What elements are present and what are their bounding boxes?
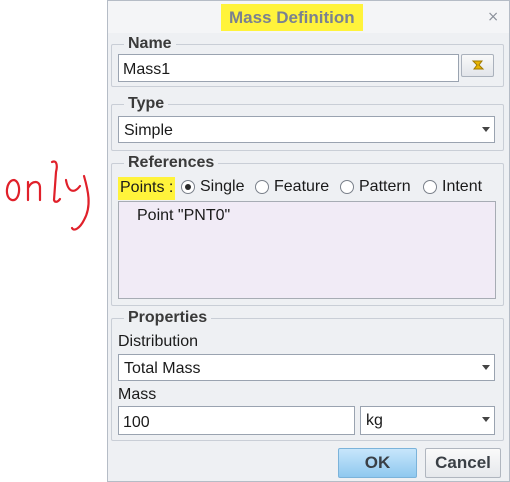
radio-pattern-label: Pattern xyxy=(359,178,411,195)
radio-single-label: Single xyxy=(200,178,245,195)
radio-feature[interactable]: Feature xyxy=(255,177,329,197)
type-legend: Type xyxy=(128,95,165,112)
type-dropdown[interactable]: Simple xyxy=(118,116,495,143)
auto-name-button[interactable] xyxy=(461,54,494,77)
references-list[interactable]: Point "PNT0" xyxy=(118,201,496,299)
radio-feature-label: Feature xyxy=(274,178,330,195)
radio-intent-button[interactable] xyxy=(423,180,437,194)
distribution-selected: Total Mass xyxy=(124,360,201,377)
handwritten-annotation xyxy=(0,150,110,250)
unit-selected: kg xyxy=(366,412,383,429)
chevron-down-icon xyxy=(482,365,490,370)
close-icon[interactable]: × xyxy=(487,9,499,25)
type-selected: Simple xyxy=(124,122,173,139)
refresh-icon xyxy=(471,60,485,70)
mass-label: Mass xyxy=(118,386,157,403)
mass-input[interactable] xyxy=(118,406,355,435)
dialog-titlebar: Mass Definition × xyxy=(108,1,509,33)
mass-definition-dialog: Mass Definition × Name Type Simple Refer… xyxy=(107,0,510,482)
radio-pattern-button[interactable] xyxy=(340,180,354,194)
list-item[interactable]: Point "PNT0" xyxy=(137,207,230,225)
points-label: Points : xyxy=(118,177,176,200)
radio-pattern[interactable]: Pattern xyxy=(340,177,411,197)
radio-single[interactable]: Single xyxy=(181,177,244,197)
references-legend: References xyxy=(128,154,215,171)
distribution-dropdown[interactable]: Total Mass xyxy=(118,354,495,381)
cancel-button[interactable]: Cancel xyxy=(425,448,501,478)
radio-feature-button[interactable] xyxy=(255,180,269,194)
distribution-label: Distribution xyxy=(118,333,199,350)
unit-dropdown[interactable]: kg xyxy=(360,406,495,435)
radio-single-button[interactable] xyxy=(181,180,195,194)
radio-intent-label: Intent xyxy=(442,178,483,195)
radio-intent[interactable]: Intent xyxy=(423,177,482,197)
name-legend: Name xyxy=(128,35,172,52)
name-input[interactable] xyxy=(118,54,459,82)
chevron-down-icon xyxy=(482,417,490,422)
ok-button[interactable]: OK xyxy=(338,448,417,478)
properties-legend: Properties xyxy=(128,309,208,326)
dialog-title: Mass Definition xyxy=(221,4,363,31)
chevron-down-icon xyxy=(482,127,490,132)
